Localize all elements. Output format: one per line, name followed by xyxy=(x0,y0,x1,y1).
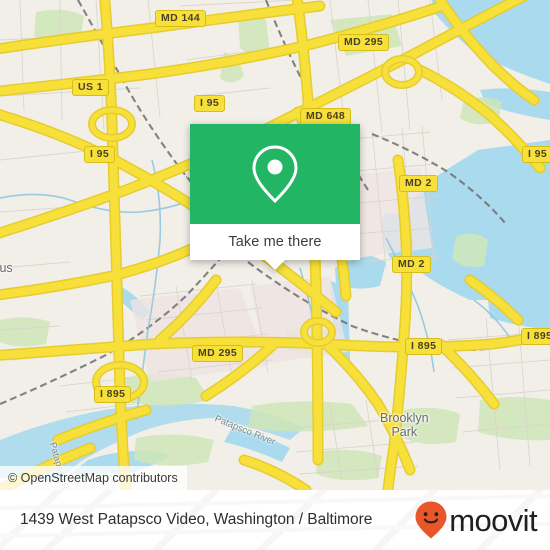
highway-shield[interactable]: US 1 xyxy=(72,79,109,97)
highway-shield[interactable]: MD 2 xyxy=(392,256,431,274)
highway-shield[interactable]: MD 2 xyxy=(399,175,438,193)
highway-shield[interactable]: MD 648 xyxy=(300,108,352,126)
take-me-there-button[interactable]: Take me there xyxy=(190,224,360,260)
highway-shield[interactable]: I 95 xyxy=(194,95,226,113)
moovit-wordmark: moovit xyxy=(449,502,537,538)
highway-shield[interactable]: I 895 xyxy=(521,328,550,346)
attribution-text: © OpenStreetMap contributors xyxy=(8,471,178,485)
location-title: 1439 West Patapsco Video, Washington / B… xyxy=(20,511,373,528)
highway-shield[interactable]: I 95 xyxy=(84,146,116,164)
location-callout-card[interactable]: Take me there xyxy=(190,124,360,270)
take-me-there-label: Take me there xyxy=(228,234,322,250)
map-share-screenshot: MD 144 MD 295 US 1 I 95 MD 648 I 95 I 95… xyxy=(0,0,550,550)
highway-shield[interactable]: I 895 xyxy=(405,338,443,356)
highway-shield[interactable]: MD 144 xyxy=(155,10,207,28)
callout-pin-area xyxy=(190,124,360,224)
moovit-smiley-pin-icon xyxy=(415,501,447,539)
highway-shield[interactable]: I 895 xyxy=(94,386,132,404)
highway-shield[interactable]: I 95 xyxy=(522,146,550,164)
location-pin-icon xyxy=(252,145,298,204)
map-attribution[interactable]: © OpenStreetMap contributors xyxy=(0,466,187,490)
moovit-logo[interactable]: moovit xyxy=(414,500,538,540)
highway-shield[interactable]: MD 295 xyxy=(338,34,390,52)
highway-shield[interactable]: MD 295 xyxy=(192,345,244,363)
map-canvas[interactable]: MD 144 MD 295 US 1 I 95 MD 648 I 95 I 95… xyxy=(0,0,550,490)
place-label-brooklyn-park: Brooklyn Park xyxy=(380,411,429,439)
callout-tail xyxy=(264,259,286,270)
place-label-arbutus: tus xyxy=(0,261,13,275)
footer-bar: 1439 West Patapsco Video, Washington / B… xyxy=(0,490,550,550)
